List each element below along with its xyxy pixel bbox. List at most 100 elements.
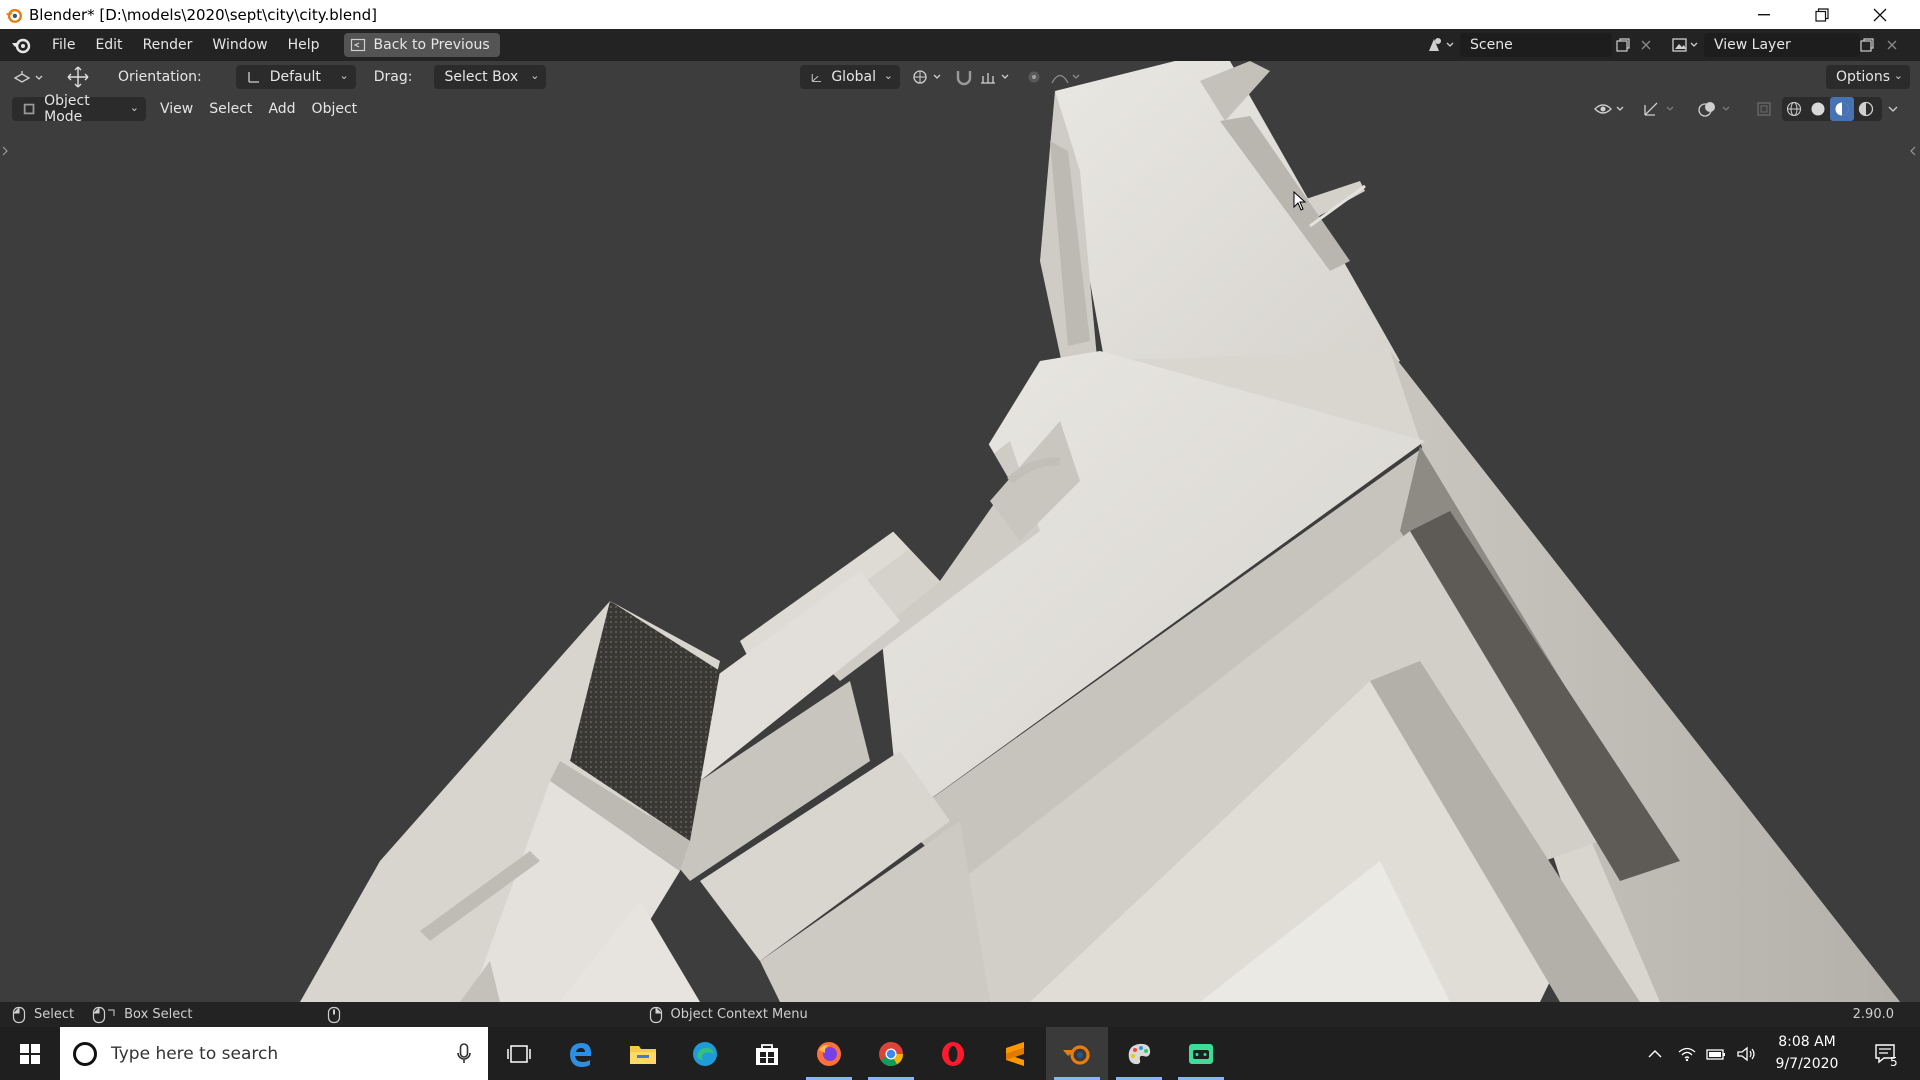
mouse-middle-icon [327,1006,340,1023]
minimize-icon [1758,13,1770,15]
view-layer-browse-button[interactable] [1668,33,1702,57]
taskbar-blender[interactable] [1046,1027,1108,1080]
taskbar-opera[interactable] [922,1027,984,1080]
pivot-point-icon [913,70,941,84]
transform-orientation-dropdown[interactable]: Global ⌄ [800,65,900,89]
blender-menu-icon[interactable] [10,34,32,56]
edge-icon [693,1041,717,1066]
wifi-icon[interactable] [1678,1046,1696,1062]
scene-browse-button[interactable] [1424,33,1458,57]
taskbar-edge-legacy[interactable] [550,1027,612,1080]
chevron-up-icon[interactable] [1646,1047,1664,1061]
menu-render[interactable]: Render [133,29,203,61]
object-visibility-button[interactable] [1592,97,1630,121]
scene-name-field[interactable]: Scene [1460,33,1612,57]
taskbar-edge[interactable] [674,1027,736,1080]
snap-target-button[interactable] [978,65,1014,89]
overlays-icon [1698,102,1730,117]
microphone-icon[interactable] [456,1042,472,1065]
object-mode-icon [23,103,35,115]
taskbar-search-box[interactable]: Type here to search [60,1027,488,1080]
editor-type-button[interactable] [10,65,50,89]
close-button[interactable] [1852,0,1908,29]
view-layer-field[interactable]: View Layer [1704,33,1860,57]
status-box-select-hint: Box Select [92,1006,193,1024]
orientation-axis-icon [248,72,259,83]
status-select-hint: Select [12,1006,74,1024]
folder-icon [630,1045,656,1064]
taskbar-firefox[interactable] [798,1027,860,1080]
sublime-text-icon [1006,1041,1024,1066]
proportional-editing-icon [1028,71,1040,83]
blender-version: 2.90.0 [1852,1007,1894,1022]
window-title: Blender* [D:\models\2020\sept\city\city.… [29,5,378,24]
viewport-menu-view[interactable]: View [152,101,201,117]
start-button[interactable] [0,1027,60,1080]
menu-edit[interactable]: Edit [85,29,132,61]
gizmo-toggle[interactable] [1640,97,1680,121]
taskbar-chrome[interactable] [860,1027,922,1080]
viewport-menu-select[interactable]: Select [201,101,260,117]
taskbar-paint[interactable] [1108,1027,1170,1080]
material-sphere-icon [1835,102,1849,116]
object-mode-dropdown[interactable]: Object Mode ⌄ [12,93,146,125]
delete-scene-button[interactable] [1636,33,1656,57]
proportional-falloff-button[interactable] [1050,65,1086,89]
taskbar-store[interactable] [736,1027,798,1080]
overlays-toggle[interactable] [1696,97,1736,121]
pivot-point-button[interactable] [910,65,946,89]
blender-logo-icon [5,8,22,23]
mouse-cursor-icon [1293,191,1307,211]
viewport-menu-add[interactable]: Add [260,101,303,117]
orientation-dropdown[interactable]: Default ⌄ [235,65,356,89]
blender-icon [1063,1044,1090,1065]
options-dropdown[interactable]: Options ⌄ [1826,65,1910,89]
action-center-button[interactable]: 5 [1858,1027,1914,1080]
new-scene-button[interactable] [1612,33,1634,57]
battery-icon[interactable] [1706,1047,1726,1061]
status-bar: Select Box Select Object Context Menu 2.… [0,1002,1920,1027]
x-icon [1641,40,1651,50]
mouse-right-icon [649,1006,662,1023]
material-preview-shading-button[interactable] [1830,97,1854,121]
restore-button[interactable] [1794,0,1850,29]
snap-toggle[interactable] [952,65,976,89]
solid-shading-button[interactable] [1806,97,1830,121]
new-view-layer-button[interactable] [1856,33,1878,57]
delete-view-layer-button[interactable] [1882,33,1902,57]
solid-sphere-icon [1811,102,1825,116]
transform-tool-button[interactable] [58,65,98,89]
close-icon [1873,8,1887,21]
store-bag-icon [756,1043,778,1065]
drag-dropdown[interactable]: Select Box ⌄ [434,65,547,89]
xray-toggle[interactable] [1752,97,1776,121]
task-view-button[interactable] [488,1027,550,1080]
rendered-shading-button[interactable] [1854,97,1878,121]
tool-settings-header: Orientation: Default ⌄ Drag: Select Box … [0,62,1920,92]
cortana-icon [73,1041,97,1066]
shading-options-button[interactable] [1884,97,1902,121]
minimize-button[interactable] [1736,0,1792,29]
transform-orientation-value: Global [831,69,876,85]
clock-time: 8:08 AM [1778,1034,1836,1050]
viewport-header: Object Mode ⌄ View Select Add Object [0,93,1920,125]
taskbar-sublime-text[interactable] [984,1027,1046,1080]
back-to-previous-button[interactable]: Back to Previous [343,33,500,57]
3d-viewport[interactable]: Orientation: Default ⌄ Drag: Select Box … [0,61,1920,1002]
status-middle-mouse-hint [327,1006,349,1024]
system-tray [1646,1027,1756,1080]
volume-icon[interactable] [1736,1046,1756,1062]
menu-help[interactable]: Help [278,29,330,61]
taskbar-terminal-app[interactable] [1170,1027,1232,1080]
restore-icon [1815,7,1829,22]
taskbar-clock[interactable]: 8:08 AM 9/7/2020 [1762,1031,1852,1075]
sidebar-toggle[interactable] [1908,143,1918,159]
toolbar-toggle[interactable] [0,143,10,159]
viewport-menu-object[interactable]: Object [304,101,366,117]
menu-window[interactable]: Window [202,29,277,61]
chevron-down-icon [1888,106,1898,112]
wireframe-shading-button[interactable] [1782,97,1806,121]
menu-file[interactable]: File [42,29,85,61]
proportional-editing-toggle[interactable] [1024,65,1044,89]
taskbar-file-explorer[interactable] [612,1027,674,1080]
